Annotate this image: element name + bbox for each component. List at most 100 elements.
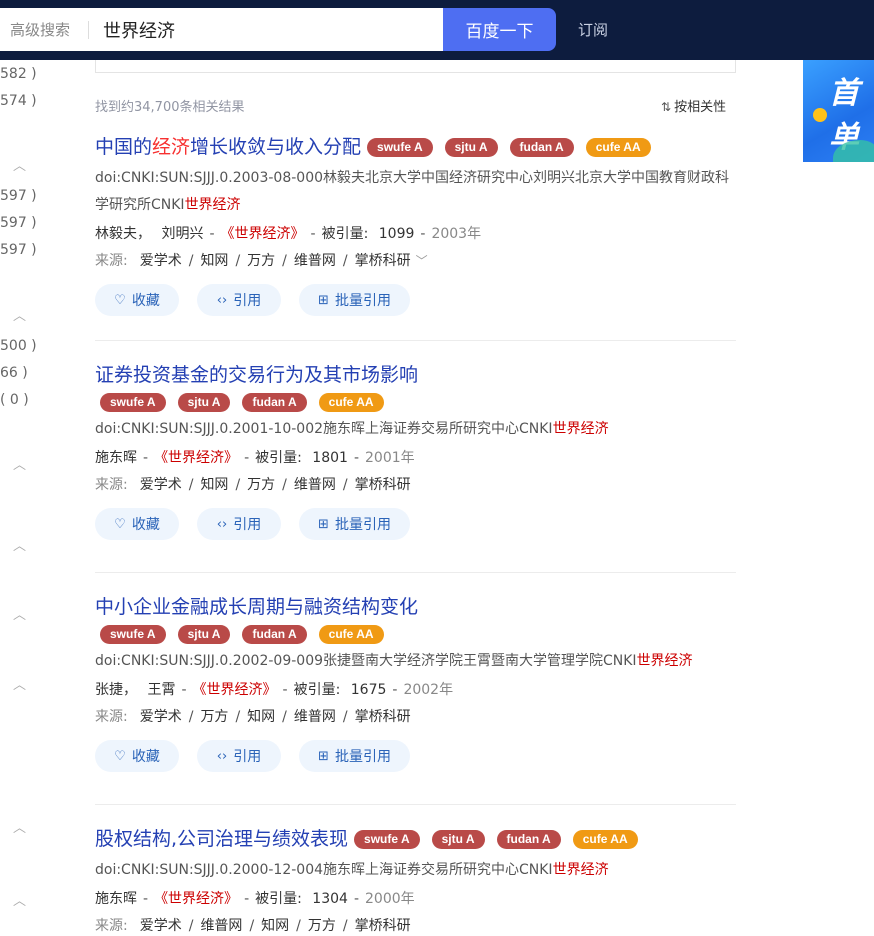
source-link[interactable]: 维普网 (294, 477, 336, 493)
source-link[interactable]: 爱学术 (140, 477, 182, 493)
source-list: 来源: 爱学术 / 万方 / 知网 / 维普网 / 掌桥科研 (95, 709, 411, 725)
source-link[interactable]: 爱学术 (140, 253, 182, 269)
cite-button[interactable]: ‹› 引用 (197, 508, 281, 540)
favorite-button[interactable]: ♡ 收藏 (95, 508, 179, 540)
cited-label: 被引量: (321, 226, 369, 242)
chevron-up-icon[interactable]: ︿ (13, 535, 26, 554)
cited-count: 1801 (312, 450, 348, 466)
source-link[interactable]: 掌桥科研 (355, 709, 411, 725)
subscribe-link[interactable]: 订阅 (578, 19, 608, 40)
source-link[interactable]: 万方 (247, 253, 275, 269)
folder-plus-icon: ⊞ (318, 292, 329, 308)
folder-plus-icon: ⊞ (318, 748, 329, 764)
filter-count[interactable]: ( 0 ) (0, 392, 29, 408)
batch-cite-button[interactable]: ⊞ 批量引用 (299, 284, 410, 316)
chevron-up-icon[interactable]: ︿ (13, 454, 26, 473)
filter-count[interactable]: 597 ) (0, 242, 37, 258)
source-link[interactable]: 万方 (200, 709, 228, 725)
chevron-up-icon[interactable]: ︿ (13, 674, 26, 693)
batch-cite-button[interactable]: ⊞ 批量引用 (299, 740, 410, 772)
search-input[interactable]: 世界经济 (89, 17, 175, 43)
source-link[interactable]: 掌桥科研 (355, 253, 411, 269)
filter-count[interactable]: 597 ) (0, 215, 37, 231)
cited-count: 1675 (350, 682, 387, 698)
filter-count[interactable]: 582 ) (0, 66, 37, 82)
author[interactable]: 刘明兴 (161, 226, 203, 242)
filter-count[interactable]: 597 ) (0, 188, 37, 204)
source-list: 来源: 爱学术 / 知网 / 万方 / 维普网 / 掌桥科研 (95, 477, 411, 493)
cited-label: 被引量: (255, 891, 302, 907)
coin-icon (813, 108, 827, 122)
journal-link[interactable]: 《世界经济》 (193, 682, 277, 698)
top-bar: 高级搜索 世界经济 百度一下 订阅 (0, 0, 874, 60)
divider (95, 340, 736, 341)
journal-link[interactable]: 《世界经济》 (154, 450, 238, 466)
source-link[interactable]: 知网 (200, 253, 228, 269)
source-link[interactable]: 知网 (200, 477, 228, 493)
source-link[interactable]: 掌桥科研 (355, 477, 411, 493)
journal-link[interactable]: 《世界经济》 (221, 226, 305, 242)
advanced-search-link[interactable]: 高级搜索 (0, 19, 88, 40)
cited-count: 1099 (378, 226, 415, 242)
rank-tag: fudan A (496, 829, 561, 849)
source-link[interactable]: 爱学术 (140, 709, 182, 725)
chevron-up-icon[interactable]: ︿ (13, 604, 26, 623)
rank-tag: fudan A (242, 625, 307, 644)
result-title[interactable]: 证券投资基金的交易行为及其市场影响 (95, 361, 418, 389)
result-abstract: doi:CNKI:SUN:SJJJ.0.2001-10-002施东晖上海证券交易… (95, 421, 609, 437)
filter-count[interactable]: 500 ) (0, 338, 37, 354)
cite-button[interactable]: ‹› 引用 (197, 284, 281, 316)
search-box[interactable]: 高级搜索 世界经济 (0, 8, 443, 51)
rank-tag: cufe AA (585, 137, 651, 157)
rank-tag: cufe AA (318, 393, 384, 412)
chevron-down-icon[interactable]: ﹀ (416, 254, 428, 268)
search-button[interactable]: 百度一下 (443, 8, 556, 51)
chevron-up-icon[interactable]: ︿ (13, 817, 26, 836)
author[interactable]: 施东晖 (95, 891, 137, 907)
result-meta: 施东晖 - 《世界经济》 - 被引量: 1304-2000年 (95, 891, 415, 907)
author[interactable]: 王霄 (147, 682, 175, 698)
rank-tag: swufe A (100, 393, 166, 412)
folder-plus-icon: ⊞ (318, 516, 329, 532)
code-icon: ‹› (216, 516, 228, 532)
pub-year: 2002年 (403, 682, 454, 698)
rank-tag: sjtu A (177, 393, 231, 412)
result-meta: 林毅夫， 刘明兴 - 《世界经济》 - 被引量: 1099-2003年 (95, 226, 482, 242)
promo-banner[interactable]: 首单 (803, 60, 874, 162)
rank-tag: swufe A (367, 137, 433, 157)
rank-tags: swufe A sjtu A fudan A cufe AA (100, 625, 736, 644)
filter-count[interactable]: 574 ) (0, 93, 37, 109)
batch-cite-button[interactable]: ⊞ 批量引用 (299, 508, 410, 540)
source-link[interactable]: 维普网 (294, 709, 336, 725)
rank-tag: fudan A (509, 137, 574, 157)
cite-button[interactable]: ‹› 引用 (197, 740, 281, 772)
filter-sidebar: 582 ) 574 ) ︿ 597 ) 597 ) 597 ) ︿ 500 ) … (0, 60, 40, 932)
code-icon: ‹› (216, 292, 228, 308)
heart-icon: ♡ (114, 516, 126, 532)
result-item: 股权结构,公司治理与绩效表现 swufe A sjtu A fudan A cu… (95, 825, 736, 936)
chevron-up-icon[interactable]: ︿ (13, 155, 26, 174)
sort-toggle[interactable]: ⇅ 按相关性 (661, 96, 726, 115)
rank-tag: fudan A (242, 393, 307, 412)
result-title[interactable]: 股权结构,公司治理与绩效表现 (95, 825, 348, 853)
chevron-up-icon[interactable]: ︿ (13, 305, 26, 324)
author[interactable]: 林毅夫 (95, 226, 137, 242)
heart-icon: ♡ (114, 292, 126, 308)
author[interactable]: 张捷 (95, 682, 123, 698)
result-item: 中小企业金融成长周期与融资结构变化 swufe A sjtu A fudan A… (95, 593, 736, 772)
source-link[interactable]: 维普网 (294, 253, 336, 269)
source-link[interactable]: 知网 (247, 709, 275, 725)
result-item: 证券投资基金的交易行为及其市场影响 swufe A sjtu A fudan A… (95, 361, 736, 540)
chevron-up-icon[interactable]: ︿ (13, 890, 26, 909)
source-link[interactable]: 万方 (247, 477, 275, 493)
rank-tag: cufe AA (572, 829, 638, 849)
journal-link[interactable]: 《世界经济》 (154, 891, 238, 907)
sort-icon: ⇅ (661, 100, 672, 114)
result-title[interactable]: 中国的经济增长收敛与收入分配 (95, 133, 361, 161)
favorite-button[interactable]: ♡ 收藏 (95, 740, 179, 772)
filter-count[interactable]: 66 ) (0, 365, 28, 381)
author[interactable]: 施东晖 (95, 450, 137, 466)
source-list: 来源: 爱学术 / 维普网 / 知网 / 万方 / 掌桥科研 (95, 918, 411, 934)
favorite-button[interactable]: ♡ 收藏 (95, 284, 179, 316)
result-title[interactable]: 中小企业金融成长周期与融资结构变化 (95, 593, 418, 621)
